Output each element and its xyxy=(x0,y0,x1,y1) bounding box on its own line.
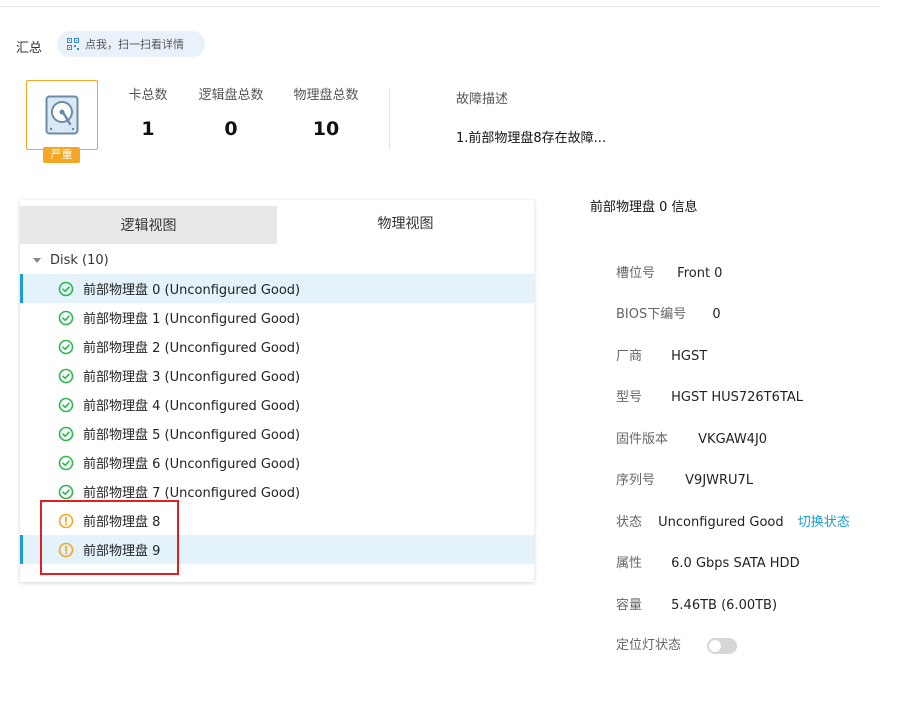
info-value: 0 xyxy=(712,307,721,322)
info-label: 型号 xyxy=(616,390,643,405)
info-label: 状态 xyxy=(616,515,643,530)
check-circle-icon xyxy=(58,426,74,442)
disk-row-label: 前部物理盘 0 (Unconfigured Good) xyxy=(83,283,301,298)
check-circle-icon xyxy=(58,397,74,413)
tab-logical-view[interactable]: 逻辑视图 xyxy=(20,206,277,244)
stat-value: 0 xyxy=(224,118,238,140)
fault-title: 故障描述 xyxy=(456,92,509,107)
hard-disk-icon xyxy=(45,95,79,135)
info-label: 属性 xyxy=(616,556,643,571)
disk-info-title: 前部物理盘 0 信息 xyxy=(590,200,698,215)
info-value: 6.0 Gbps SATA HDD xyxy=(671,556,800,571)
stat-logical-disk-count: 逻辑盘总数 0 xyxy=(196,84,266,140)
info-value: HGST xyxy=(671,349,708,364)
info-row-model: 型号 HGST HUS726T6TAL xyxy=(616,386,803,405)
check-circle-icon xyxy=(58,484,74,500)
top-divider xyxy=(0,6,880,7)
info-row-vendor: 厂商 HGST xyxy=(616,345,707,364)
stat-value: 1 xyxy=(141,118,155,140)
disk-row-label: 前部物理盘 1 (Unconfigured Good) xyxy=(83,312,301,327)
scan-details-label: 点我，扫一扫看详情 xyxy=(85,38,184,51)
fault-description: 1.前部物理盘8存在故障... xyxy=(456,131,607,146)
info-row-serial: 序列号 V9JWRU7L xyxy=(616,469,753,488)
disk-row-label: 前部物理盘 2 (Unconfigured Good) xyxy=(83,341,301,356)
stat-card-count: 卡总数 1 xyxy=(127,84,169,140)
info-row-firmware: 固件版本 VKGAW4J0 xyxy=(616,428,767,447)
info-value: 5.46TB (6.00TB) xyxy=(671,598,778,613)
disk-row-label: 前部物理盘 4 (Unconfigured Good) xyxy=(83,399,301,414)
disk-row[interactable]: 前部物理盘 5 (Unconfigured Good) xyxy=(20,419,534,448)
info-row-capacity: 容量 5.46TB (6.00TB) xyxy=(616,594,777,613)
info-value: V9JWRU7L xyxy=(685,473,754,488)
switch-state-link[interactable]: 切换状态 xyxy=(798,515,850,530)
summary-divider xyxy=(389,88,390,150)
disk-row[interactable]: 前部物理盘 0 (Unconfigured Good) xyxy=(20,274,534,303)
stat-label: 卡总数 xyxy=(128,88,168,103)
view-tabs: 逻辑视图 物理视图 xyxy=(20,200,534,245)
disk-row[interactable]: 前部物理盘 6 (Unconfigured Good) xyxy=(20,448,534,477)
disk-status-card xyxy=(26,80,98,150)
info-value: HGST HUS726T6TAL xyxy=(671,390,803,405)
check-circle-icon xyxy=(58,339,74,355)
check-circle-icon xyxy=(58,310,74,326)
check-circle-icon xyxy=(58,281,74,297)
tab-physical-view[interactable]: 物理视图 xyxy=(277,200,534,245)
disk-row-label: 前部物理盘 7 (Unconfigured Good) xyxy=(83,486,301,501)
info-row-locate-led: 定位灯状态 xyxy=(616,634,738,654)
tree-root-disk[interactable]: Disk (10) xyxy=(20,248,534,272)
disk-row[interactable]: 前部物理盘 4 (Unconfigured Good) xyxy=(20,390,534,419)
severity-badge: 严重 xyxy=(43,147,80,163)
info-row-slot: 槽位号 Front 0 xyxy=(616,262,722,281)
disk-row[interactable]: 前部物理盘 3 (Unconfigured Good) xyxy=(20,361,534,390)
info-label: 槽位号 xyxy=(616,266,656,281)
tree-root-label: Disk (10) xyxy=(50,252,109,268)
info-row-state: 状态 Unconfigured Good 切换状态 xyxy=(616,511,850,530)
info-label: 厂商 xyxy=(616,349,643,364)
info-label: 固件版本 xyxy=(616,432,669,447)
info-value: Unconfigured Good xyxy=(658,515,784,530)
info-value: VKGAW4J0 xyxy=(698,432,768,447)
caret-down-icon[interactable] xyxy=(33,257,41,263)
highlight-box xyxy=(40,500,179,575)
summary-title: 汇总 xyxy=(16,41,43,56)
scan-details-button[interactable]: 点我，扫一扫看详情 xyxy=(57,31,205,57)
info-value: Front 0 xyxy=(677,266,723,281)
disk-row-label: 前部物理盘 5 (Unconfigured Good) xyxy=(83,428,301,443)
disk-row-label: 前部物理盘 6 (Unconfigured Good) xyxy=(83,457,301,472)
stat-label: 逻辑盘总数 xyxy=(198,88,264,103)
stat-value: 10 xyxy=(312,118,340,140)
info-label: 容量 xyxy=(616,598,643,613)
check-circle-icon xyxy=(58,455,74,471)
qr-code-icon xyxy=(67,38,79,50)
stat-physical-disk-count: 物理盘总数 10 xyxy=(291,84,361,140)
disk-row[interactable]: 前部物理盘 1 (Unconfigured Good) xyxy=(20,303,534,332)
info-label: 定位灯状态 xyxy=(616,638,682,653)
info-row-bios-id: BIOS下编号 0 xyxy=(616,303,721,322)
locate-led-toggle[interactable] xyxy=(707,637,738,654)
check-circle-icon xyxy=(58,368,74,384)
disk-row[interactable]: 前部物理盘 2 (Unconfigured Good) xyxy=(20,332,534,361)
stat-label: 物理盘总数 xyxy=(293,88,359,103)
info-row-attribute: 属性 6.0 Gbps SATA HDD xyxy=(616,552,800,571)
info-label: BIOS下编号 xyxy=(616,307,687,322)
disk-row-label: 前部物理盘 3 (Unconfigured Good) xyxy=(83,370,301,385)
info-label: 序列号 xyxy=(616,473,656,488)
